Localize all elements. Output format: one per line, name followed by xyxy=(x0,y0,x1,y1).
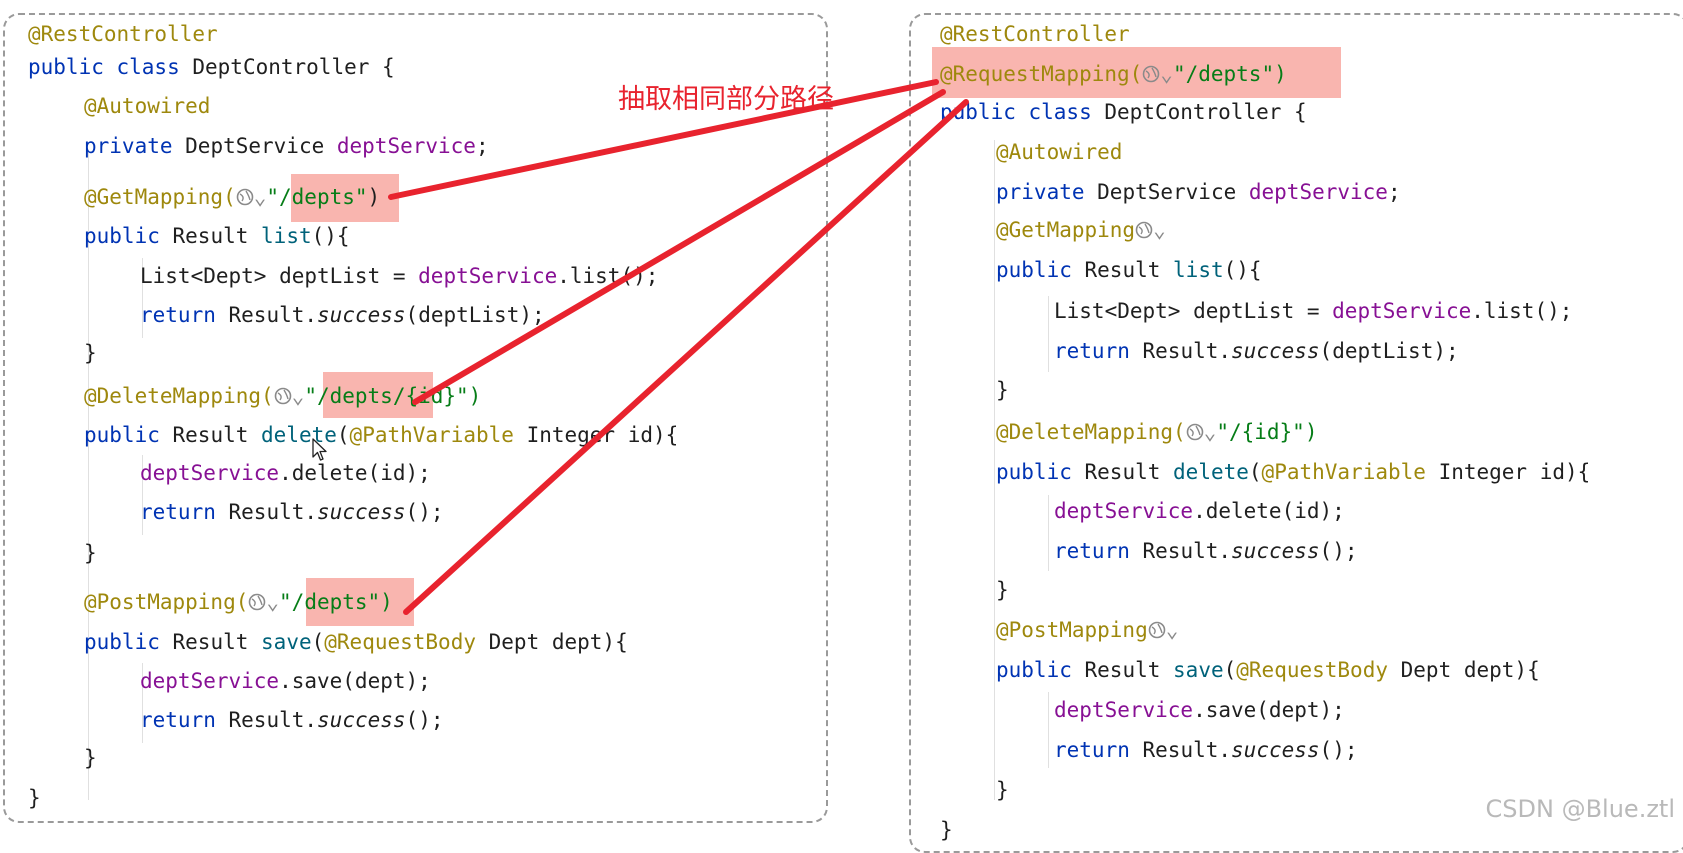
arrow-overlay xyxy=(388,79,969,615)
watermark: CSDN @Blue.ztl xyxy=(1485,795,1675,823)
annotation-caption: 抽取相同部分路径 xyxy=(618,84,834,115)
